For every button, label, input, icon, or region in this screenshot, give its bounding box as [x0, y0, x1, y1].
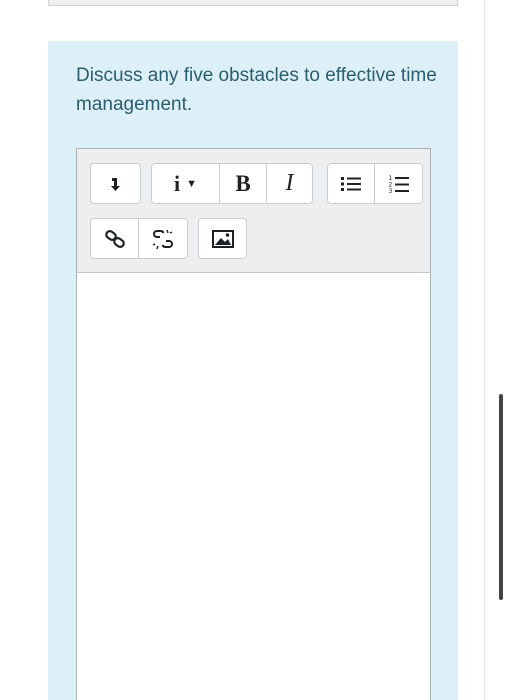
scrollbar-thumb[interactable] — [499, 394, 503, 600]
question-panel: Discuss any five obstacles to effective … — [48, 41, 458, 700]
chevron-down-icon: ▼ — [186, 177, 197, 190]
page-right-divider — [484, 0, 485, 700]
collapse-toolbar-button[interactable] — [91, 164, 140, 203]
italic-button[interactable]: I — [267, 164, 312, 203]
paragraph-style-dropdown[interactable]: i ▼ — [152, 164, 220, 203]
toolbar-group-format: i ▼ B I — [151, 163, 313, 204]
rich-text-editor: i ▼ B I 1 2 3 — [76, 148, 431, 700]
bold-label: B — [235, 170, 251, 196]
bold-button[interactable]: B — [220, 164, 267, 203]
paragraph-style-label: i — [173, 170, 181, 196]
unlink-icon — [151, 228, 175, 250]
svg-text:3: 3 — [388, 188, 392, 194]
toolbar-group-media — [198, 218, 247, 259]
arrow-down-icon — [109, 176, 123, 192]
ordered-list-button[interactable]: 1 2 3 — [375, 164, 422, 203]
image-icon — [211, 229, 234, 248]
insert-image-button[interactable] — [199, 219, 246, 258]
insert-link-button[interactable] — [91, 219, 139, 258]
italic-label: I — [285, 170, 294, 196]
link-icon — [104, 229, 126, 249]
toolbar-group-lists: 1 2 3 — [327, 163, 423, 204]
toolbar-group-links — [90, 218, 188, 259]
toolbar-group-collapse — [90, 163, 141, 204]
previous-question-box-edge — [48, 0, 458, 6]
unlink-button[interactable] — [139, 219, 187, 258]
editor-text-area[interactable] — [77, 273, 430, 700]
question-text: Discuss any five obstacles to effective … — [76, 65, 437, 115]
unordered-list-icon — [340, 175, 362, 193]
editor-toolbar: i ▼ B I 1 2 3 — [77, 149, 430, 273]
unordered-list-button[interactable] — [328, 164, 375, 203]
ordered-list-icon: 1 2 3 — [388, 174, 410, 194]
